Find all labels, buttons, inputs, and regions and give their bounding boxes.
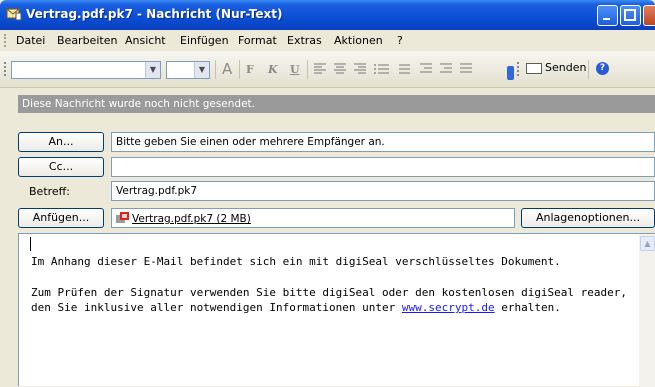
close-button[interactable]	[643, 5, 655, 26]
cc-button[interactable]: Cc...	[18, 157, 104, 177]
info-bar: Diese Nachricht wurde noch nicht gesende…	[18, 95, 655, 113]
to-button[interactable]: An...	[18, 132, 104, 152]
menu-extras[interactable]: Extras	[287, 34, 322, 47]
menu-datei[interactable]: Datei	[16, 34, 45, 47]
attach-button[interactable]: Anfügen...	[18, 208, 104, 228]
toolbar-grip	[4, 62, 8, 76]
menu-grip	[4, 34, 8, 47]
toolbar-separator	[239, 60, 240, 79]
attachment-field[interactable]: Vertrag.pdf.pk7 (2 MB)	[111, 208, 515, 228]
paragraph-1: Im Anhang dieser E-Mail befindet sich ei…	[31, 255, 561, 268]
menu-bar: Datei Bearbeiten Ansicht Einfügen Format…	[0, 30, 655, 51]
menu-bearbeiten[interactable]: Bearbeiten	[57, 34, 117, 47]
attachment-options-button[interactable]: Anlagenoptionen...	[521, 208, 655, 228]
bold-icon[interactable]: F	[246, 63, 254, 76]
certificate-file-icon	[116, 212, 130, 224]
paragraph-2: Zum Prüfen der Signatur verwenden Sie bi…	[31, 285, 631, 316]
message-text[interactable]: Im Anhang dieser E-Mail befindet sich ei…	[31, 254, 631, 331]
menu-format[interactable]: Format	[238, 34, 277, 47]
chevron-down-icon[interactable]: ▼	[145, 62, 160, 78]
chevron-down-icon[interactable]: ▼	[194, 62, 209, 78]
message-body[interactable]: Im Anhang dieser E-Mail befindet sich ei…	[18, 233, 655, 387]
formatting-toolbar: ▼ ▼ A F K U Senden ?	[0, 51, 655, 88]
font-color-icon[interactable]: A	[222, 60, 232, 78]
message-app-icon	[6, 7, 22, 21]
send-label: Senden	[545, 61, 587, 74]
toolbar-separator	[588, 60, 589, 79]
text-cursor	[30, 237, 31, 251]
window-title: Vertrag.pdf.pk7 - Nachricht (Nur-Text)	[26, 7, 283, 21]
paragraph-2-end: erhalten.	[494, 301, 561, 314]
scroll-up-arrow-icon[interactable]: ▲	[640, 236, 655, 251]
cc-field[interactable]	[111, 157, 655, 177]
vertical-scrollbar[interactable]: ▲	[639, 234, 655, 387]
toolbar-separator	[307, 60, 308, 79]
envelope-icon	[526, 62, 542, 74]
font-name-combo[interactable]: ▼	[11, 61, 161, 79]
send-button[interactable]: Senden	[526, 61, 586, 79]
to-field[interactable]: Bitte geben Sie einen oder mehrere Empfä…	[111, 132, 655, 152]
title-bar: Vertrag.pdf.pk7 - Nachricht (Nur-Text)	[0, 0, 655, 30]
font-size-combo[interactable]: ▼	[166, 61, 210, 79]
attachment-name[interactable]: Vertrag.pdf.pk7 (2 MB)	[132, 210, 251, 228]
subject-label: Betreff:	[29, 185, 70, 198]
toolbar-grip	[517, 62, 521, 76]
menu-ansicht[interactable]: Ansicht	[125, 34, 166, 47]
minimize-button[interactable]	[597, 5, 618, 26]
menu-aktionen[interactable]: Aktionen	[334, 34, 383, 47]
secrypt-link[interactable]: www.secrypt.de	[402, 301, 495, 314]
maximize-button[interactable]	[620, 5, 641, 26]
paragraph-format-icons[interactable]	[314, 63, 504, 77]
menu-help[interactable]: ?	[397, 34, 403, 47]
menu-einfuegen[interactable]: Einfügen	[180, 34, 229, 47]
toolbar-separator	[215, 60, 216, 79]
italic-icon[interactable]: K	[268, 63, 278, 76]
help-icon[interactable]: ?	[596, 62, 609, 75]
toolbar-overflow-icon[interactable]	[507, 66, 514, 80]
subject-field[interactable]: Vertrag.pdf.pk7	[111, 181, 655, 201]
underline-icon[interactable]: U	[290, 63, 300, 76]
